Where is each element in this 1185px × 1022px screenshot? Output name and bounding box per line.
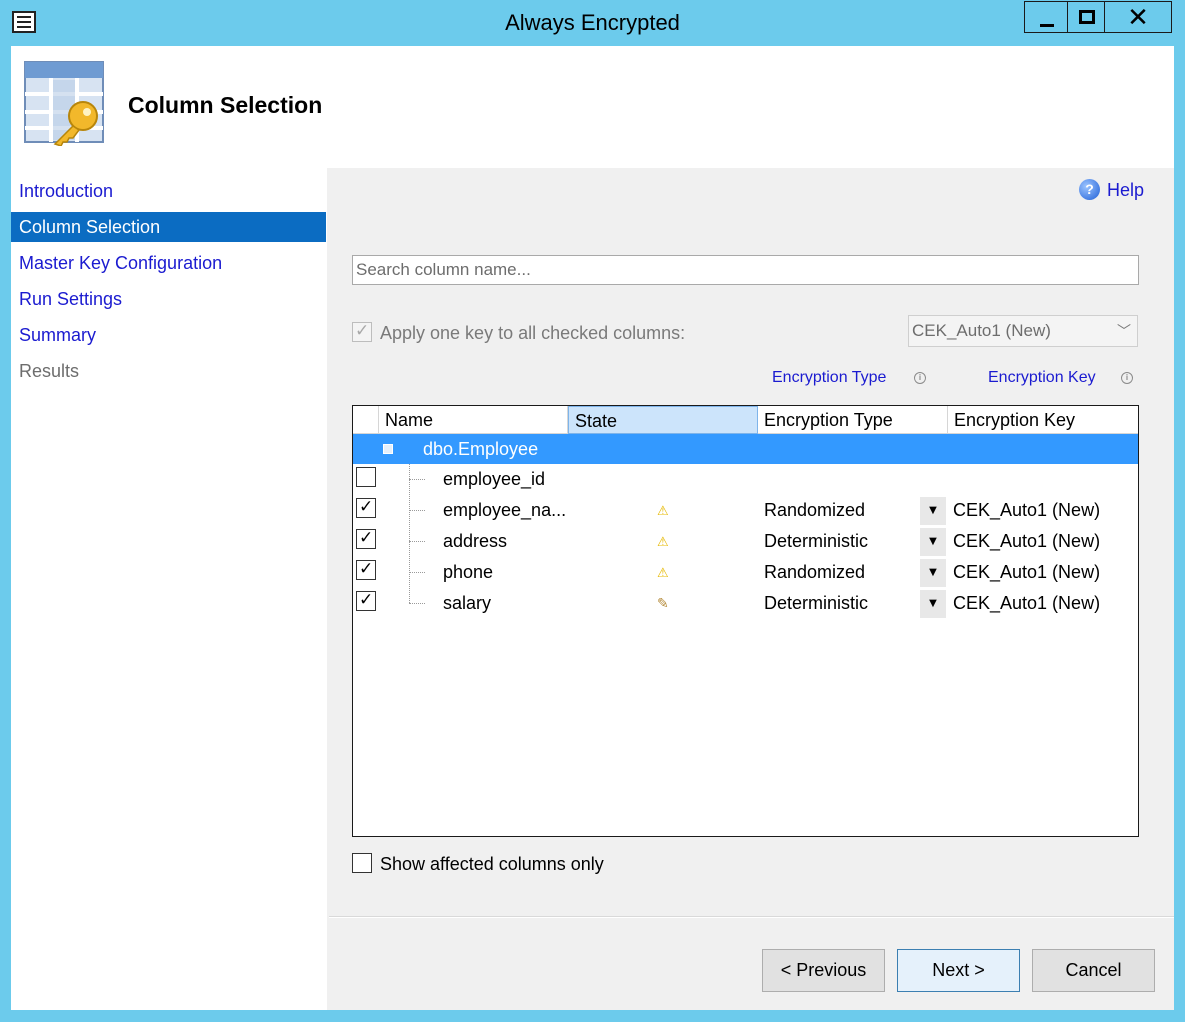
tree-connector <box>409 541 425 542</box>
close-button[interactable]: ✕ <box>1104 1 1172 33</box>
column-name: address <box>443 531 508 551</box>
cancel-button[interactable]: Cancel <box>1032 949 1155 992</box>
tree-collapse-icon[interactable] <box>383 444 393 454</box>
apply-key-dropdown[interactable]: CEK_Auto1 (New) ﹀ <box>908 315 1138 347</box>
encryption-type-value[interactable]: Randomized <box>764 557 865 588</box>
check-icon: ✓ <box>359 590 374 610</box>
table-row-group[interactable]: dbo.Employee <box>353 434 1138 464</box>
divider <box>329 916 1174 918</box>
wizard-nav: Introduction Column Selection Master Key… <box>11 168 327 1010</box>
table-row[interactable]: ✓ address ⚠ Deterministic ▼ CEK_Auto1 (N… <box>353 526 1138 557</box>
table-row[interactable]: ✓ employee_na... ⚠ Randomized ▼ CEK_Auto… <box>353 495 1138 526</box>
row-checkbox[interactable]: ✓ <box>356 497 376 518</box>
nav-item-column-selection[interactable]: Column Selection <box>11 212 326 242</box>
table-name: dbo.Employee <box>423 439 539 459</box>
encryption-key-value[interactable]: CEK_Auto1 (New) <box>953 557 1100 588</box>
previous-button[interactable]: < Previous <box>762 949 885 992</box>
row-checkbox[interactable]: ✓ <box>356 528 376 549</box>
encryption-key-dropdown-button[interactable]: ▼ <box>920 497 946 525</box>
check-icon: ✓ <box>359 528 374 548</box>
nav-item-master-key-configuration[interactable]: Master Key Configuration <box>11 248 326 278</box>
encryption-type-bulk-link[interactable]: Encryption Type <box>772 368 886 388</box>
info-icon[interactable]: i <box>1121 372 1133 384</box>
tree-connector <box>409 572 425 573</box>
encryption-key-value[interactable]: CEK_Auto1 (New) <box>953 588 1100 619</box>
help-label: Help <box>1107 180 1145 200</box>
encryption-key-value[interactable]: CEK_Auto1 (New) <box>953 526 1100 557</box>
warning-icon: ⚠ <box>657 534 669 549</box>
encryption-type-value[interactable]: Randomized <box>764 495 865 526</box>
title-bar: Always Encrypted ✕ <box>0 0 1185 46</box>
table-row[interactable]: ✓ phone ⚠ Randomized ▼ CEK_Auto1 (New) <box>353 557 1138 588</box>
help-icon: ? <box>1079 179 1100 200</box>
dialog-client: Column Selection Introduction Column Sel… <box>11 46 1174 1010</box>
next-button[interactable]: Next > <box>897 949 1020 992</box>
encryption-key-bulk-link[interactable]: Encryption Key <box>988 368 1096 388</box>
warning-icon: ⚠ <box>657 565 669 580</box>
row-checkbox[interactable] <box>356 467 376 487</box>
warning-icon: ⚠ <box>657 503 669 518</box>
info-icon[interactable]: i <box>914 372 926 384</box>
check-icon: ✓ <box>359 497 374 517</box>
grid-header-name[interactable]: Name <box>379 406 568 434</box>
maximize-button[interactable] <box>1067 1 1105 33</box>
encryption-key-dropdown-button[interactable]: ▼ <box>920 559 946 587</box>
page-title: Column Selection <box>128 92 323 118</box>
grid-header: Name State Encryption Type Encryption Ke… <box>353 406 1138 434</box>
minimize-icon <box>1040 24 1054 27</box>
encryption-key-dropdown-button[interactable]: ▼ <box>920 528 946 556</box>
chevron-down-icon: ﹀ <box>1117 323 1131 339</box>
table-key-icon <box>24 61 104 146</box>
grid-header-checkbox-col <box>353 406 379 434</box>
grid-header-encryption-type[interactable]: Encryption Type <box>758 406 948 434</box>
column-name: salary <box>443 593 492 613</box>
table-row[interactable]: employee_id <box>353 464 1138 495</box>
nav-item-results: Results <box>19 361 80 381</box>
pencil-icon: ✎ <box>657 595 669 611</box>
encryption-type-value[interactable]: Deterministic <box>764 526 868 557</box>
column-name: employee_na... <box>443 500 567 520</box>
row-checkbox[interactable]: ✓ <box>356 559 376 580</box>
check-icon: ✓ <box>355 321 370 341</box>
main-panel: ? Help ✓ Apply one key to all checked co… <box>329 168 1174 1010</box>
tree-connector <box>409 479 425 480</box>
column-name: phone <box>443 562 494 582</box>
grid-header-encryption-key[interactable]: Encryption Key <box>948 406 1138 434</box>
apply-key-value: CEK_Auto1 (New) <box>912 321 1051 340</box>
minimize-button[interactable] <box>1024 1 1068 33</box>
nav-item-introduction[interactable]: Introduction <box>11 176 326 206</box>
tree-connector <box>409 603 425 604</box>
encryption-key-value[interactable]: CEK_Auto1 (New) <box>953 495 1100 526</box>
row-checkbox[interactable]: ✓ <box>356 590 376 611</box>
nav-item-run-settings[interactable]: Run Settings <box>11 284 326 314</box>
close-icon: ✕ <box>1127 3 1149 33</box>
table-row[interactable]: ✓ salary ✎ Deterministic ▼ CEK_Auto1 (Ne… <box>353 588 1138 619</box>
encryption-key-dropdown-button[interactable]: ▼ <box>920 590 946 618</box>
tree-connector <box>409 510 425 511</box>
search-input[interactable] <box>352 255 1139 285</box>
show-affected-label: Show affected columns only <box>380 854 604 874</box>
apply-key-label: Apply one key to all checked columns: <box>380 323 686 343</box>
page-header: Column Selection <box>11 46 1174 168</box>
apply-key-checkbox[interactable]: ✓ <box>352 321 372 342</box>
column-name: employee_id <box>443 469 546 489</box>
window-title: Always Encrypted <box>505 10 680 35</box>
show-affected-checkbox[interactable] <box>352 853 372 873</box>
nav-item-summary[interactable]: Summary <box>11 320 326 350</box>
grid-header-state[interactable]: State <box>568 406 758 434</box>
column-grid[interactable]: Name State Encryption Type Encryption Ke… <box>352 405 1139 837</box>
check-icon: ✓ <box>359 559 374 579</box>
maximize-icon <box>1079 10 1095 24</box>
encryption-type-value[interactable]: Deterministic <box>764 588 868 619</box>
